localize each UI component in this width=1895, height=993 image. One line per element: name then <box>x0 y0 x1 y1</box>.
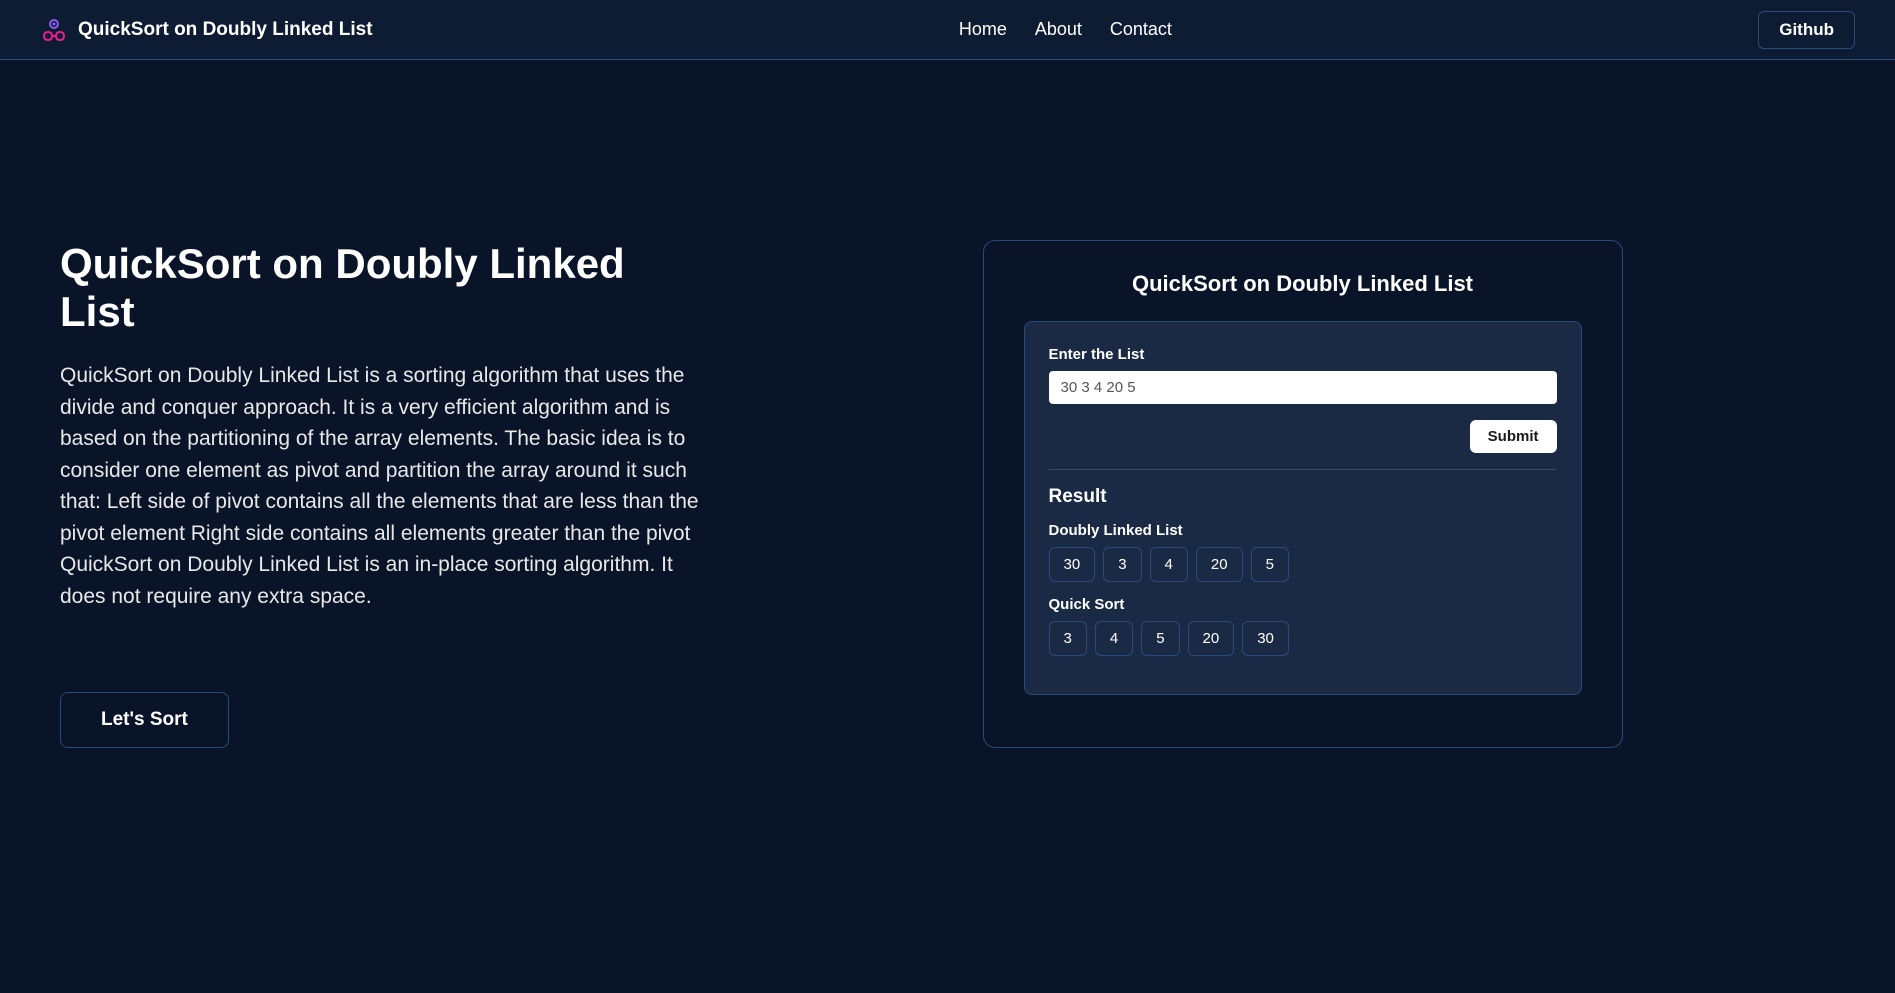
list-node: 5 <box>1141 621 1179 656</box>
form-box: Enter the List Submit Result Doubly Link… <box>1024 321 1582 695</box>
list-node: 4 <box>1095 621 1133 656</box>
chain-link-icon <box>40 16 68 44</box>
list-node: 3 <box>1049 621 1087 656</box>
list-node: 30 <box>1049 547 1096 582</box>
list-node: 20 <box>1196 547 1243 582</box>
sort-card: QuickSort on Doubly Linked List Enter th… <box>983 240 1623 748</box>
lets-sort-button[interactable]: Let's Sort <box>60 692 229 748</box>
doubly-list-row: 30 3 4 20 5 <box>1049 547 1557 582</box>
page-title: QuickSort on Doubly Linked List <box>60 240 710 336</box>
list-node: 5 <box>1251 547 1289 582</box>
list-input-label: Enter the List <box>1049 346 1557 363</box>
navbar-links: Home About Contact <box>959 19 1172 40</box>
page-description: QuickSort on Doubly Linked List is a sor… <box>60 360 710 612</box>
navbar-right: Github <box>1758 11 1855 49</box>
doubly-list-label: Doubly Linked List <box>1049 522 1557 539</box>
list-input[interactable] <box>1049 371 1557 404</box>
navbar-left: QuickSort on Doubly Linked List <box>40 16 373 44</box>
submit-row: Submit <box>1049 420 1557 470</box>
navbar-title: QuickSort on Doubly Linked List <box>78 19 373 41</box>
nav-link-about[interactable]: About <box>1035 19 1082 40</box>
main-content: QuickSort on Doubly Linked List QuickSor… <box>0 60 1895 808</box>
submit-button[interactable]: Submit <box>1470 420 1557 453</box>
list-node: 4 <box>1150 547 1188 582</box>
sorted-list-label: Quick Sort <box>1049 596 1557 613</box>
result-title: Result <box>1049 486 1557 508</box>
right-section: QuickSort on Doubly Linked List Enter th… <box>770 240 1835 748</box>
nav-link-contact[interactable]: Contact <box>1110 19 1172 40</box>
sorted-list-row: 3 4 5 20 30 <box>1049 621 1557 656</box>
list-node: 3 <box>1103 547 1141 582</box>
list-node: 20 <box>1188 621 1235 656</box>
card-title: QuickSort on Doubly Linked List <box>1024 271 1582 297</box>
list-node: 30 <box>1242 621 1289 656</box>
left-section: QuickSort on Doubly Linked List QuickSor… <box>60 240 710 748</box>
nav-link-home[interactable]: Home <box>959 19 1007 40</box>
navbar: QuickSort on Doubly Linked List Home Abo… <box>0 0 1895 60</box>
result-section: Result Doubly Linked List 30 3 4 20 5 Qu… <box>1049 486 1557 656</box>
github-button[interactable]: Github <box>1758 11 1855 49</box>
